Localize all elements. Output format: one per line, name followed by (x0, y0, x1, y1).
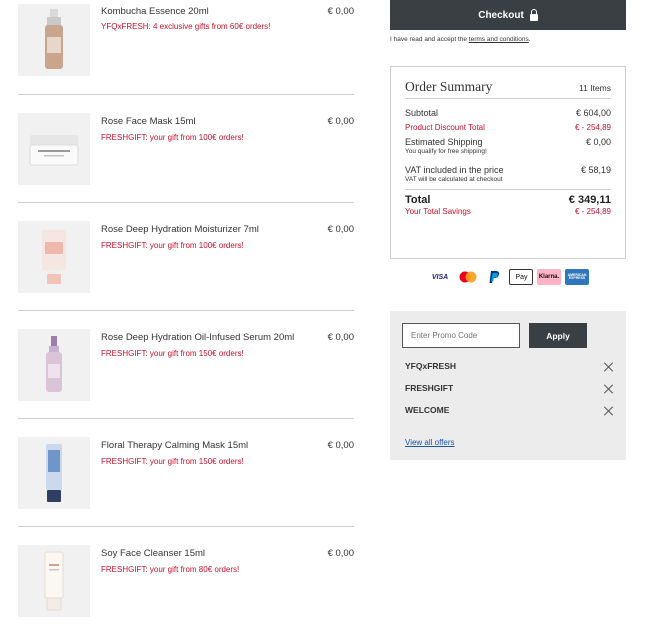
discount-row: Product Discount Total € - 254,89 (405, 123, 611, 132)
product-promo: FRESHGIFT: your gift from 150€ orders! (101, 457, 244, 466)
cart-item: Rose Face Mask 15ml FRESHGIFT: your gift… (18, 94, 354, 202)
total-row: Total € 349,11 (405, 194, 611, 206)
applied-promo-code: WELCOME (405, 405, 450, 415)
subtotal-value: € 604,00 (575, 108, 611, 118)
savings-label: Your Total Savings (405, 207, 471, 216)
discount-label: Product Discount Total (405, 123, 485, 132)
product-name[interactable]: Rose Face Mask 15ml (101, 116, 196, 127)
shipping-note: You qualify for free shipping! (405, 148, 487, 155)
shipping-label: Estimated Shipping (405, 137, 483, 147)
apply-promo-button[interactable]: Apply (529, 323, 587, 348)
checkout-panel: Checkout I have read and accept the term… (390, 0, 626, 460)
product-promo: FRESHGIFT: your gift from 100€ orders! (101, 241, 244, 250)
product-promo: YFQxFRESH: 4 exclusive gifts from 60€ or… (101, 22, 271, 31)
remove-promo-icon[interactable] (604, 362, 614, 372)
promo-code-panel: Apply YFQxFRESH FRESHGIFT WELCOME View a… (390, 311, 626, 460)
terms-link[interactable]: terms and conditions (469, 36, 529, 43)
savings-row: Your Total Savings € - 254,89 (405, 207, 611, 216)
cart-item: Kombucha Essence 20ml YFQxFRESH: 4 exclu… (18, 0, 354, 94)
product-image[interactable] (18, 437, 90, 509)
blue-tube-image (46, 444, 62, 502)
product-name[interactable]: Rose Deep Hydration Moisturizer 7ml (101, 224, 259, 235)
vat-label: VAT included in the price (405, 165, 504, 175)
payment-methods: VISA Pay Klarna. AMERICAN EXPRESS (390, 268, 626, 286)
remove-promo-icon[interactable] (604, 384, 614, 394)
white-tube-image (44, 551, 64, 611)
total-label: Total (405, 194, 431, 206)
savings-value: € - 254,89 (574, 207, 611, 216)
product-name[interactable]: Floral Therapy Calming Mask 15ml (101, 440, 248, 451)
product-image[interactable] (18, 4, 90, 76)
checkout-button-label: Checkout (478, 9, 524, 21)
product-promo: FRESHGIFT: your gift from 80€ orders! (101, 565, 240, 574)
product-name[interactable]: Rose Deep Hydration Oil-Infused Serum 20… (101, 332, 294, 343)
order-summary-header: Order Summary 11 Items (405, 79, 611, 99)
product-price: € 0,00 (327, 6, 354, 17)
order-summary: Order Summary 11 Items Subtotal € 604,00… (390, 66, 626, 259)
visa-logo: VISA (431, 273, 449, 281)
product-name[interactable]: Soy Face Cleanser 15ml (101, 548, 205, 559)
shipping-value: € 0,00 (585, 137, 611, 147)
product-price: € 0,00 (327, 440, 354, 451)
product-price: € 0,00 (327, 116, 354, 127)
item-count: 11 Items (579, 83, 611, 93)
view-all-offers-link[interactable]: View all offers (405, 438, 455, 447)
vat-value: € 58,19 (580, 165, 611, 175)
cart-item: Rose Deep Hydration Oil-Infused Serum 20… (18, 310, 354, 418)
remove-promo-icon[interactable] (604, 406, 614, 416)
product-promo: FRESHGIFT: your gift from 150€ orders! (101, 349, 244, 358)
product-image[interactable] (18, 113, 90, 185)
product-name[interactable]: Kombucha Essence 20ml (101, 6, 209, 17)
product-price: € 0,00 (327, 332, 354, 343)
vat-note: VAT will be calculated at checkout (405, 176, 503, 183)
pink-tube-image (42, 230, 66, 284)
product-price: € 0,00 (327, 548, 354, 559)
applied-promo-code: FRESHGIFT (405, 383, 454, 393)
discount-value: € - 254,89 (574, 123, 611, 132)
subtotal-row: Subtotal € 604,00 (405, 108, 611, 118)
subtotal-label: Subtotal (405, 108, 439, 118)
amber-bottle-image (45, 9, 63, 69)
amex-logo: AMERICAN EXPRESS (565, 269, 589, 285)
terms-notice: I have read and accept the terms and con… (390, 36, 626, 43)
vat-row: VAT included in the price € 58,19 (405, 165, 611, 175)
order-summary-title: Order Summary (405, 79, 493, 94)
terms-suffix: . (528, 36, 531, 43)
product-promo: FRESHGIFT: your gift from 100€ orders! (101, 133, 244, 142)
apple-pay-logo: Pay (509, 269, 533, 285)
pink-bottle-image (46, 336, 62, 392)
checkout-button[interactable]: Checkout (390, 0, 626, 30)
total-value: € 349,11 (568, 194, 611, 206)
product-image[interactable] (18, 221, 90, 293)
cart-item-list: Kombucha Essence 20ml YFQxFRESH: 4 exclu… (18, 0, 354, 634)
mastercard-logo (457, 269, 479, 285)
white-jar-image (29, 135, 79, 166)
klarna-logo: Klarna. (537, 269, 561, 285)
shipping-row: Estimated Shipping € 0,00 (405, 137, 611, 147)
apple-pay-label: Pay (515, 273, 528, 281)
cart-item: Rose Deep Hydration Moisturizer 7ml FRES… (18, 202, 354, 310)
promo-code-input[interactable] (402, 323, 520, 348)
lock-icon (529, 8, 538, 21)
cart-item: Floral Therapy Calming Mask 15ml FRESHGI… (18, 418, 354, 526)
terms-prefix: I have read and accept the (390, 36, 469, 43)
product-price: € 0,00 (327, 224, 354, 235)
cart-item: Soy Face Cleanser 15ml FRESHGIFT: your g… (18, 526, 354, 634)
paypal-logo (483, 269, 505, 285)
summary-divider (405, 189, 611, 190)
product-image[interactable] (18, 545, 90, 617)
applied-promo-code: YFQxFRESH (405, 361, 457, 371)
product-image[interactable] (18, 329, 90, 401)
